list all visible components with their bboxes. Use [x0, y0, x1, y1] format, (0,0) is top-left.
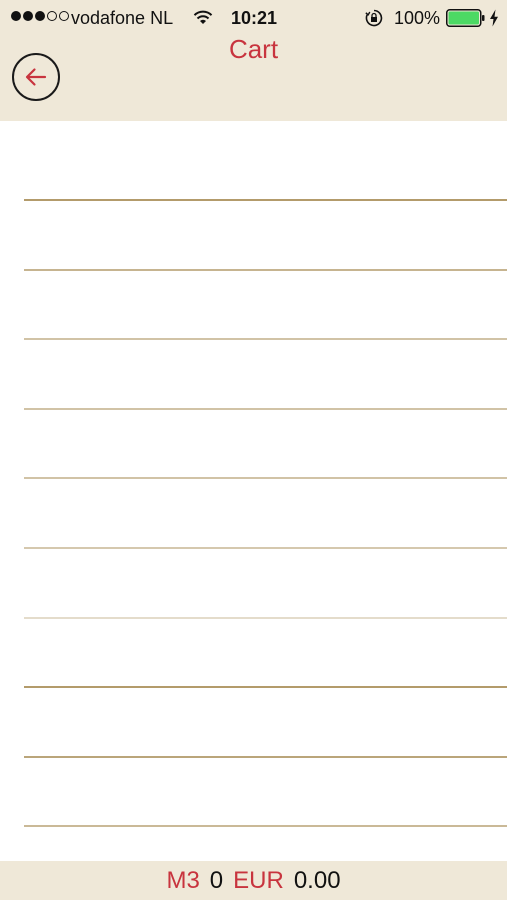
arrow-left-icon	[25, 68, 47, 86]
row-separator	[24, 547, 507, 549]
header-area: vodafone NL 10:21 100% Cart	[0, 0, 507, 121]
row-separator	[24, 756, 507, 758]
cart-summary-bar: M3 0 EUR 0.00	[0, 861, 507, 900]
volume-unit-label: M3	[166, 866, 200, 894]
row-separator	[24, 408, 507, 410]
signal-dot	[59, 11, 69, 21]
row-separator	[24, 477, 507, 479]
wifi-icon	[193, 10, 213, 24]
row-separator	[24, 617, 507, 619]
row-separator	[24, 825, 507, 827]
page-title: Cart	[228, 34, 279, 64]
signal-strength-icon	[11, 11, 69, 21]
status-time: 10:21	[231, 8, 278, 28]
signal-dot	[35, 11, 45, 21]
signal-dot	[47, 11, 57, 21]
charging-bolt-icon	[490, 9, 498, 27]
signal-dot	[11, 11, 21, 21]
row-separator	[24, 338, 507, 340]
row-separator	[24, 686, 507, 688]
row-separator	[24, 269, 507, 271]
carrier-name: vodafone NL	[71, 8, 174, 28]
currency-label: EUR	[233, 866, 284, 894]
status-bar: vodafone NL 10:21 100%	[0, 0, 507, 36]
cart-total: 0.00	[293, 866, 341, 894]
back-button[interactable]	[12, 53, 60, 101]
cart-screen: vodafone NL 10:21 100% Cart M3 0 EUR 0.0…	[0, 0, 507, 900]
cart-item-list[interactable]	[0, 121, 507, 861]
signal-dot	[23, 11, 33, 21]
rotation-lock-icon	[365, 9, 383, 27]
battery-icon	[446, 9, 485, 27]
battery-percent: 100%	[394, 8, 441, 28]
volume-value: 0	[209, 866, 224, 894]
row-separator	[24, 199, 507, 201]
